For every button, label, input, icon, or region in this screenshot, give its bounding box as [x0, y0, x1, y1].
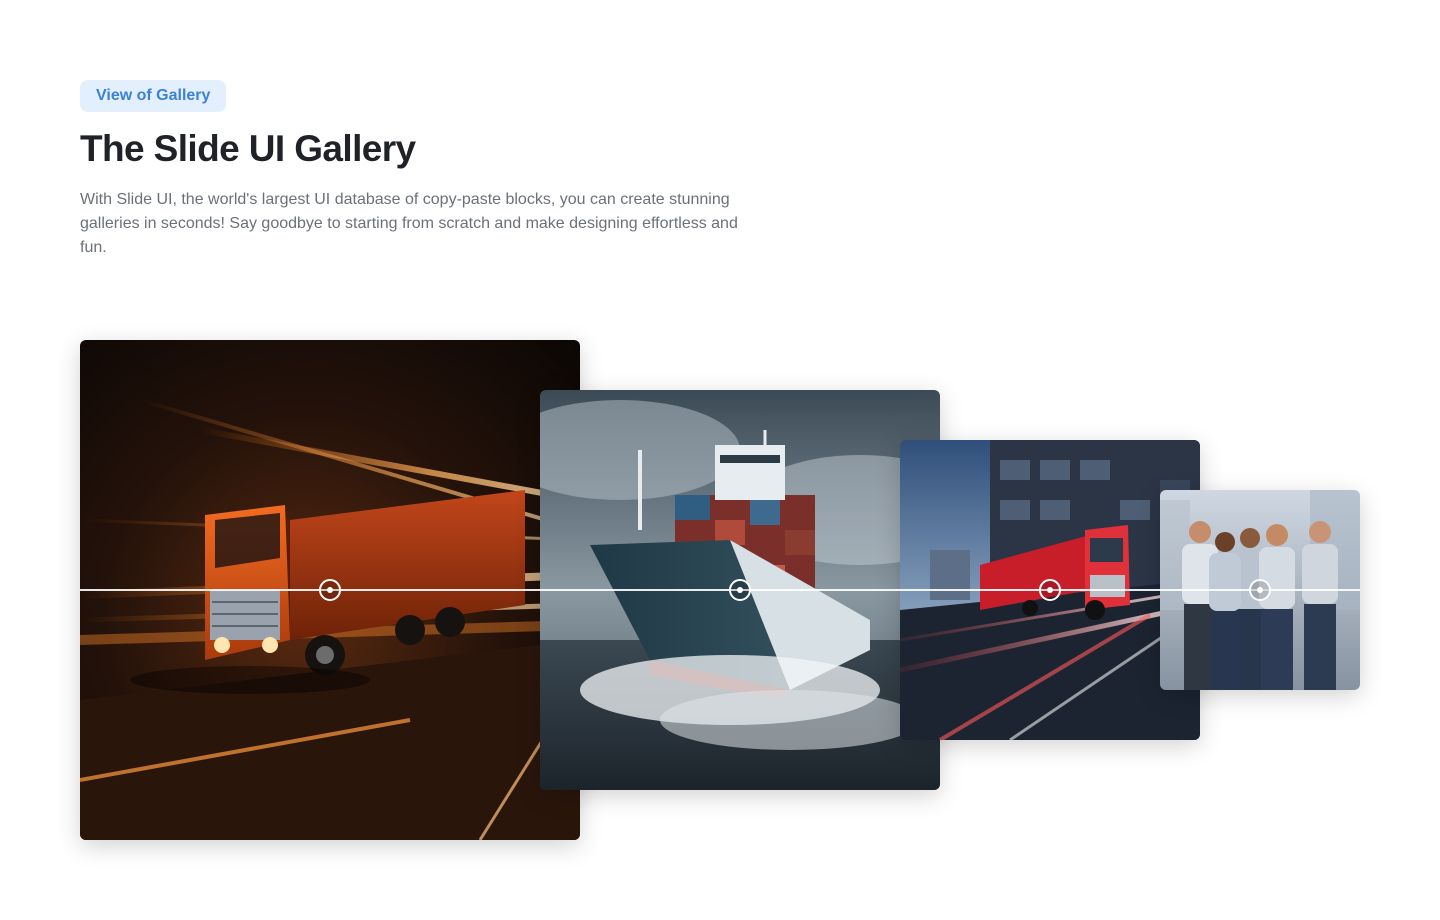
gallery-section: View of Gallery The Slide UI Gallery Wit…	[0, 0, 1440, 920]
section-badge: View of Gallery	[80, 80, 227, 112]
comparison-line	[80, 589, 1360, 591]
slider-handle-3[interactable]	[1039, 579, 1061, 601]
slider-handle-1[interactable]	[319, 579, 341, 601]
page-description: With Slide UI, the world's largest UI da…	[80, 191, 738, 256]
slider-handle-2[interactable]	[729, 579, 751, 601]
page-title: The Slide UI Gallery	[80, 128, 416, 169]
slider-handle-4[interactable]	[1249, 579, 1271, 601]
